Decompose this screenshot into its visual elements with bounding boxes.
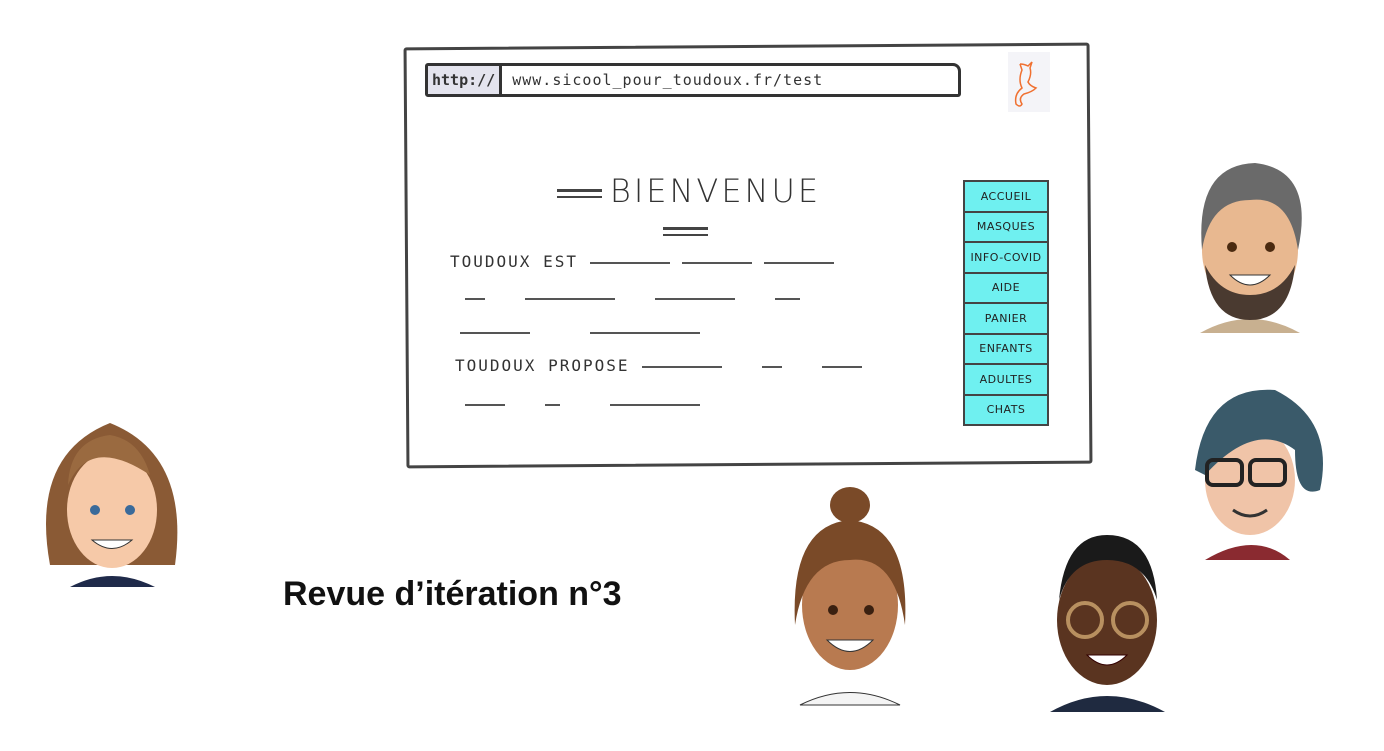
welcome-heading: BIENVENUE (520, 172, 850, 248)
slide-title: Revue d’itération n°3 (283, 575, 622, 613)
avatar-woman-brown-hair (46, 423, 178, 587)
url-address: www.sicool_pour_toudoux.fr/test (512, 71, 824, 89)
menu-item-adultes[interactable]: ADULTES (965, 365, 1047, 396)
url-protocol: http:// (428, 66, 503, 94)
cat-logo-icon (1008, 52, 1050, 112)
avatar-woman-ponytail (794, 487, 906, 706)
menu-item-chats[interactable]: CHATS (965, 395, 1047, 424)
side-menu: ACCUEIL MASQUES INFO-COVID AIDE PANIER E… (963, 180, 1049, 426)
menu-item-aide[interactable]: AIDE (965, 273, 1047, 304)
menu-item-info-covid[interactable]: INFO-COVID (965, 243, 1047, 274)
placeholder-line (465, 288, 800, 307)
text-line-toudoux-propose: TOUDOUX PROPOSE (455, 356, 862, 375)
url-bar: http:// www.sicool_pour_toudoux.fr/test (425, 63, 961, 97)
menu-item-panier[interactable]: PANIER (965, 304, 1047, 335)
placeholder-line (465, 394, 700, 413)
menu-item-accueil[interactable]: ACCUEIL (965, 182, 1047, 213)
menu-item-enfants[interactable]: ENFANTS (965, 334, 1047, 365)
avatar-man-glasses (1050, 535, 1165, 712)
avatar-woman-glasses-teal-hair (1195, 389, 1323, 560)
text-line-toudoux-est: TOUDOUX EST (450, 252, 834, 271)
menu-item-masques[interactable]: MASQUES (965, 212, 1047, 243)
avatar-man-beard (1200, 163, 1302, 333)
placeholder-line (460, 322, 700, 341)
